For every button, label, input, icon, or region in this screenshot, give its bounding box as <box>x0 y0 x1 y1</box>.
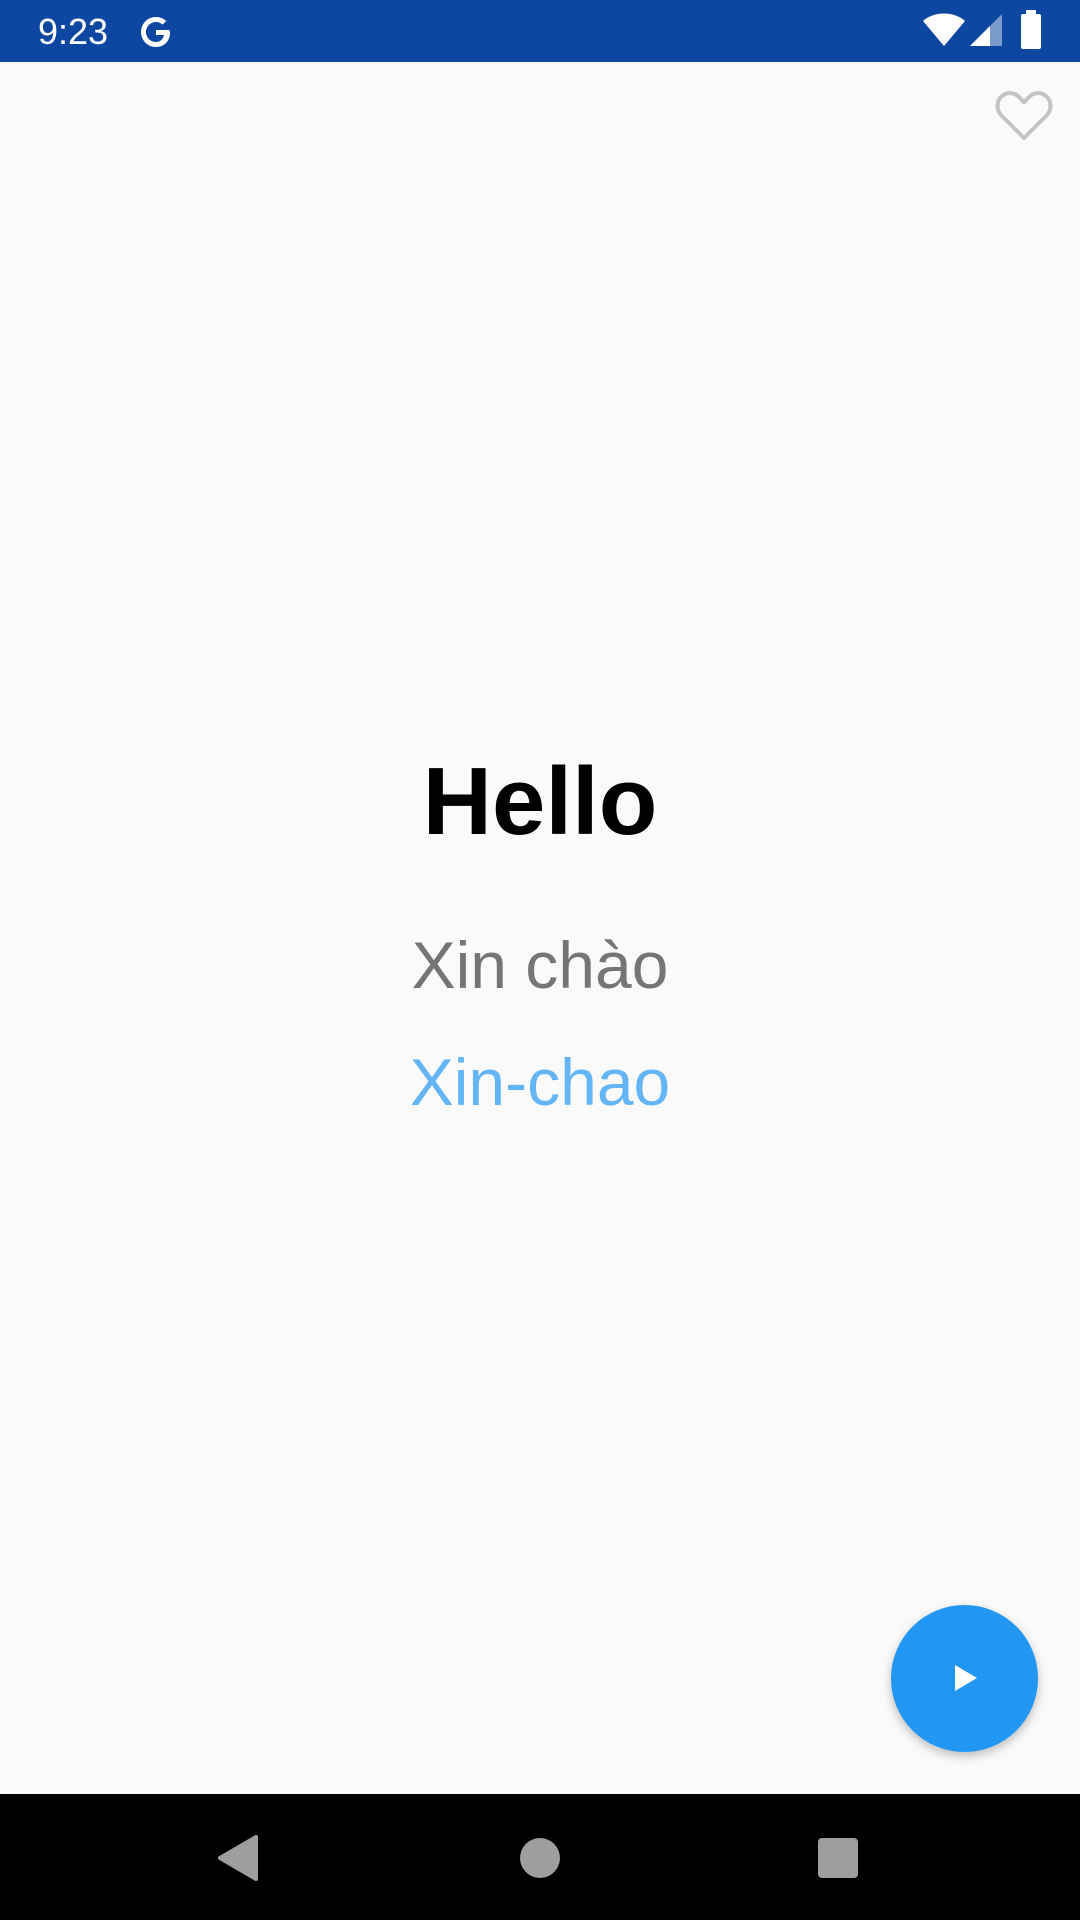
english-word: Hello <box>422 748 658 855</box>
wifi-icon <box>923 13 965 46</box>
battery-icon <box>1021 10 1041 49</box>
flashcard-screen: 9:23 Hello Xin chào Xin-chao <box>0 0 1080 1920</box>
back-icon[interactable] <box>216 1834 260 1882</box>
pronunciation-text: Xin-chao <box>409 1045 671 1119</box>
recents-icon[interactable] <box>818 1838 858 1878</box>
status-time: 9:23 <box>38 11 109 52</box>
play-icon <box>955 1665 977 1691</box>
heart-outline-icon[interactable] <box>992 84 1056 148</box>
google-icon <box>141 17 170 47</box>
status-bar: 9:23 <box>0 0 1080 62</box>
translation-text: Xin chào <box>411 928 669 1002</box>
home-icon[interactable] <box>520 1838 560 1878</box>
signal-icon <box>970 14 1002 46</box>
